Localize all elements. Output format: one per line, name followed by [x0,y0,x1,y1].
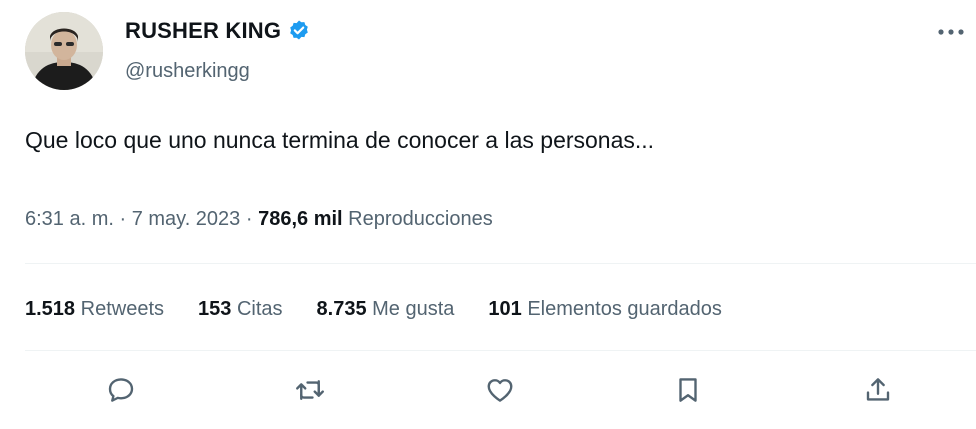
like-button[interactable] [480,370,520,410]
reply-button[interactable] [101,370,141,410]
stat-label: Elementos guardados [527,298,722,320]
bookmark-icon [679,378,697,402]
stat-label: Citas [236,298,283,320]
stat-label: Me gusta [372,298,455,320]
views-count: 786,6 mil [258,208,343,230]
tweet-stats: 1.518 Retweets 153 Citas 8.735 Me gusta … [25,298,756,321]
stat-count: 1.518 [25,298,76,320]
views-label: Reproducciones [348,208,493,230]
meta-separator: · [119,208,132,230]
stat-count: 8.735 [316,298,367,320]
avatar-image [25,12,103,90]
author-handle[interactable]: @rusherkingg [125,60,250,83]
retweet-icon [296,380,324,400]
verified-badge-icon [287,19,311,43]
action-bar [0,370,976,414]
author-name-row[interactable]: RUSHER KING [125,18,311,44]
stat-retweets[interactable]: 1.518 Retweets [25,298,164,321]
share-icon [866,378,890,401]
stat-label: Retweets [80,298,164,320]
tweet-time[interactable]: 6:31 a. m. [25,208,114,230]
share-button[interactable] [858,370,898,410]
more-options-icon[interactable] [934,20,968,44]
tweet-text: Que loco que uno nunca termina de conoce… [25,127,655,153]
retweet-button[interactable] [290,370,330,410]
author-name[interactable]: RUSHER KING [125,18,281,44]
reply-icon [108,378,134,402]
stat-quotes[interactable]: 153 Citas [198,298,283,321]
divider [25,263,976,264]
divider [25,350,976,351]
stat-count: 153 [198,298,232,320]
bookmark-button[interactable] [668,370,708,410]
like-icon [487,379,513,402]
stat-likes[interactable]: 8.735 Me gusta [317,298,455,321]
stat-count: 101 [488,298,522,320]
tweet-date[interactable]: 7 may. 2023 [132,208,241,230]
tweet-meta: 6:31 a. m. · 7 may. 2023 · 786,6 mil Rep… [25,208,493,231]
meta-separator: · [245,208,259,230]
avatar[interactable] [25,12,103,90]
stat-bookmarks[interactable]: 101 Elementos guardados [488,298,722,321]
